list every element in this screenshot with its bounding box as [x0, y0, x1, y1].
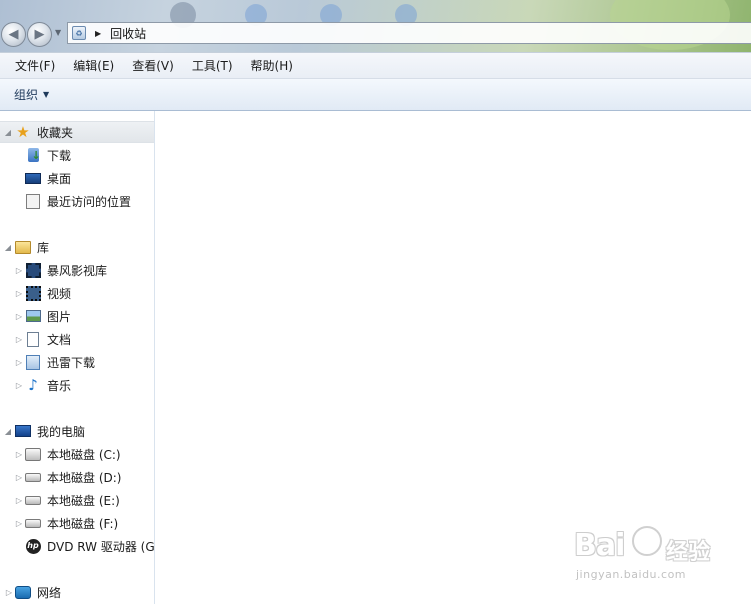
expand-arrow-icon[interactable]: ▷ — [14, 519, 24, 528]
nav-label: 网络 — [37, 585, 62, 600]
nav-item-documents[interactable]: ▷ 文档 — [0, 328, 154, 350]
nav-label: 收藏夹 — [37, 125, 74, 140]
collapse-arrow-icon[interactable]: ◢ — [3, 128, 13, 137]
recent-places-icon — [25, 193, 41, 209]
nav-item-film-library[interactable]: ▷ 暴风影视库 — [0, 259, 154, 281]
menu-edit[interactable]: 编辑(E) — [64, 57, 123, 74]
menu-bar: 文件(F) 编辑(E) 查看(V) 工具(T) 帮助(H) — [0, 52, 751, 79]
navigation-pane: ◢ ★ 收藏夹 下载 桌面 最近访问的位置 ◢ 库 ▷ 暴风影视库 ▷ 视频 ▷… — [0, 111, 155, 604]
nav-label: 库 — [37, 240, 50, 255]
drive-icon — [25, 492, 41, 508]
menu-file[interactable]: 文件(F) — [6, 57, 64, 74]
menu-help[interactable]: 帮助(H) — [242, 57, 302, 74]
windows-drive-icon — [25, 446, 41, 462]
nav-item-drive-c[interactable]: ▷ 本地磁盘 (C:) — [0, 443, 154, 465]
address-bar[interactable]: ♻ ▶ 回收站 — [67, 22, 751, 44]
nav-item-music[interactable]: ▷ ♪ 音乐 — [0, 374, 154, 396]
menu-tools[interactable]: 工具(T) — [183, 57, 242, 74]
forward-button[interactable]: ▶ — [27, 22, 52, 47]
expand-arrow-icon[interactable]: ▷ — [14, 473, 24, 482]
dropdown-caret-icon: ▼ — [43, 90, 50, 99]
nav-label: 本地磁盘 (F:) — [47, 516, 119, 531]
collapse-arrow-icon[interactable]: ◢ — [3, 427, 13, 436]
nav-item-dvd-drive[interactable]: hp DVD RW 驱动器 (G — [0, 535, 154, 557]
collapse-arrow-icon[interactable]: ◢ — [3, 243, 13, 252]
recycle-bin-icon: ♻ — [72, 26, 86, 40]
expand-arrow-icon[interactable]: ▷ — [4, 588, 14, 597]
watermark-suffix: 经验 — [666, 540, 711, 565]
nav-item-xunlei-download[interactable]: ▷ 迅雷下载 — [0, 351, 154, 373]
breadcrumb-separator-icon[interactable]: ▶ — [95, 29, 101, 38]
nav-item-downloads[interactable]: 下载 — [0, 144, 154, 166]
window-titlebar: ◀ ▶ ▼ ♻ ▶ 回收站 — [0, 0, 751, 52]
nav-item-desktop[interactable]: 桌面 — [0, 167, 154, 189]
nav-favorites[interactable]: ◢ ★ 收藏夹 — [0, 121, 154, 143]
nav-label: 本地磁盘 (C:) — [47, 447, 121, 462]
nav-label: 本地磁盘 (D:) — [47, 470, 122, 485]
nav-libraries[interactable]: ◢ 库 — [0, 236, 154, 258]
expand-arrow-icon[interactable]: ▷ — [14, 381, 24, 390]
nav-label: 我的电脑 — [37, 424, 86, 439]
baidu-paw-icon — [632, 526, 662, 556]
downloads-icon — [25, 147, 41, 163]
music-icon: ♪ — [28, 375, 38, 394]
expand-arrow-icon[interactable]: ▷ — [14, 289, 24, 298]
baidu-jingyan-watermark: Bai 经验 jingyan.baidu.com — [574, 518, 744, 588]
recent-pages-dropdown[interactable]: ▼ — [55, 28, 61, 37]
film-library-icon — [25, 262, 41, 278]
desktop-icon — [25, 170, 41, 186]
star-icon: ★ — [16, 122, 30, 141]
computer-icon — [15, 423, 31, 439]
nav-label: 下载 — [47, 148, 72, 163]
expand-arrow-icon[interactable]: ▷ — [14, 312, 24, 321]
network-icon — [15, 584, 31, 600]
nav-label: 文档 — [47, 332, 72, 347]
nav-label: 本地磁盘 (E:) — [47, 493, 120, 508]
nav-item-recent-places[interactable]: 最近访问的位置 — [0, 190, 154, 212]
breadcrumb-location[interactable]: 回收站 — [110, 25, 146, 42]
nav-item-drive-e[interactable]: ▷ 本地磁盘 (E:) — [0, 489, 154, 511]
nav-network[interactable]: ▷ 网络 — [0, 581, 154, 603]
nav-label: DVD RW 驱动器 (G — [47, 539, 154, 554]
nav-item-drive-f[interactable]: ▷ 本地磁盘 (F:) — [0, 512, 154, 534]
dvd-drive-icon: hp — [25, 538, 41, 554]
nav-label: 视频 — [47, 286, 72, 301]
nav-label: 暴风影视库 — [47, 263, 108, 278]
forward-arrow-icon: ▶ — [34, 27, 45, 42]
watermark-url: jingyan.baidu.com — [576, 568, 687, 581]
command-bar: 组织 ▼ — [0, 79, 751, 111]
nav-computer[interactable]: ◢ 我的电脑 — [0, 420, 154, 442]
expand-arrow-icon[interactable]: ▷ — [14, 496, 24, 505]
nav-label: 音乐 — [47, 378, 72, 393]
nav-item-drive-d[interactable]: ▷ 本地磁盘 (D:) — [0, 466, 154, 488]
nav-label: 桌面 — [47, 171, 72, 186]
drive-icon — [25, 515, 41, 531]
expand-arrow-icon[interactable]: ▷ — [14, 335, 24, 344]
expand-arrow-icon[interactable]: ▷ — [14, 266, 24, 275]
xunlei-download-icon — [25, 354, 41, 370]
expand-arrow-icon[interactable]: ▷ — [14, 450, 24, 459]
nav-label: 图片 — [47, 309, 72, 324]
nav-label: 迅雷下载 — [47, 355, 96, 370]
drive-icon — [25, 469, 41, 485]
expand-arrow-icon[interactable]: ▷ — [14, 358, 24, 367]
watermark-brand: Bai — [574, 528, 625, 563]
menu-view[interactable]: 查看(V) — [123, 57, 183, 74]
nav-item-video[interactable]: ▷ 视频 — [0, 282, 154, 304]
organize-button[interactable]: 组织 ▼ — [14, 86, 49, 103]
library-icon — [15, 239, 31, 255]
video-icon — [25, 285, 41, 301]
nav-label: 最近访问的位置 — [47, 194, 132, 209]
organize-label: 组织 — [14, 88, 39, 102]
picture-icon — [25, 308, 41, 324]
back-arrow-icon: ◀ — [8, 27, 19, 42]
nav-item-pictures[interactable]: ▷ 图片 — [0, 305, 154, 327]
back-button[interactable]: ◀ — [1, 22, 26, 47]
document-icon — [25, 331, 41, 347]
